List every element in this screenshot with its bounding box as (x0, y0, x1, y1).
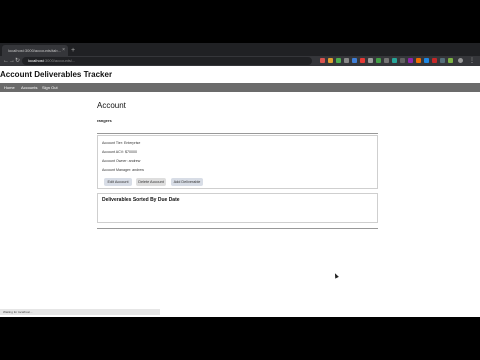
extension-icon[interactable] (384, 58, 389, 63)
nav-sign-out[interactable]: Sign Out (42, 83, 58, 92)
status-bar: Waiting for localhost... (0, 309, 160, 315)
extension-icon[interactable] (408, 58, 413, 63)
tab-strip: localhost:3000/accounts/tab... × + (0, 43, 480, 56)
extension-icon[interactable] (432, 58, 437, 63)
avatar[interactable] (458, 58, 463, 63)
extension-icon[interactable] (448, 58, 453, 63)
extension-icon[interactable] (360, 58, 365, 63)
extension-icon[interactable] (368, 58, 373, 63)
deliverables-heading: Deliverables Sorted By Due Date (102, 197, 180, 203)
extension-icon[interactable] (440, 58, 445, 63)
new-tab-icon[interactable]: + (71, 45, 75, 56)
deliverables-section: Deliverables Sorted By Due Date (97, 193, 378, 223)
top-nav: Home Accounts Sign Out (0, 83, 480, 92)
account-manager: Account Manager: andrew (102, 168, 144, 172)
edit-account-button[interactable]: Edit Account (104, 178, 132, 186)
tab-title: localhost:3000/accounts/tab... (8, 48, 61, 53)
app-title: Account Deliverables Tracker (0, 70, 113, 79)
page-title: Account (97, 101, 126, 110)
reload-icon[interactable]: ↻ (15, 57, 20, 65)
extension-icon[interactable] (416, 58, 421, 63)
extension-icon[interactable] (336, 58, 341, 63)
extension-icon[interactable] (400, 58, 405, 63)
extension-icon[interactable] (352, 58, 357, 63)
extension-icon[interactable] (320, 58, 325, 63)
add-deliverable-button[interactable]: Add Deliverable (171, 178, 203, 186)
browser-toolbar: ← → ↻ localhost:3000/accounts/... ⋮ (0, 56, 480, 66)
extension-icon[interactable] (392, 58, 397, 63)
divider (97, 228, 378, 229)
account-name: rangers (97, 118, 112, 123)
menu-icon[interactable]: ⋮ (469, 57, 475, 65)
divider (97, 133, 378, 134)
delete-account-button[interactable]: Delete Account (136, 178, 166, 186)
account-acv: Account ACV: $70000 (102, 150, 138, 154)
url-host: localhost (28, 58, 44, 63)
nav-accounts[interactable]: Accounts (21, 83, 37, 92)
url-path: :3000/accounts/... (43, 58, 76, 63)
browser-tab[interactable]: localhost:3000/accounts/tab... × (2, 45, 68, 56)
address-bar[interactable]: localhost:3000/accounts/... (22, 57, 312, 65)
extension-icon[interactable] (376, 58, 381, 63)
nav-home[interactable]: Home (4, 83, 15, 92)
extension-icon[interactable] (344, 58, 349, 63)
extension-icon[interactable] (328, 58, 333, 63)
account-details-card: Account Tier: Enterprise Account ACV: $7… (97, 135, 378, 189)
account-owner: Account Owner: andrew (102, 159, 141, 163)
close-tab-icon[interactable]: × (62, 45, 65, 56)
extension-icon[interactable] (424, 58, 429, 63)
account-tier: Account Tier: Enterprise (102, 141, 141, 145)
